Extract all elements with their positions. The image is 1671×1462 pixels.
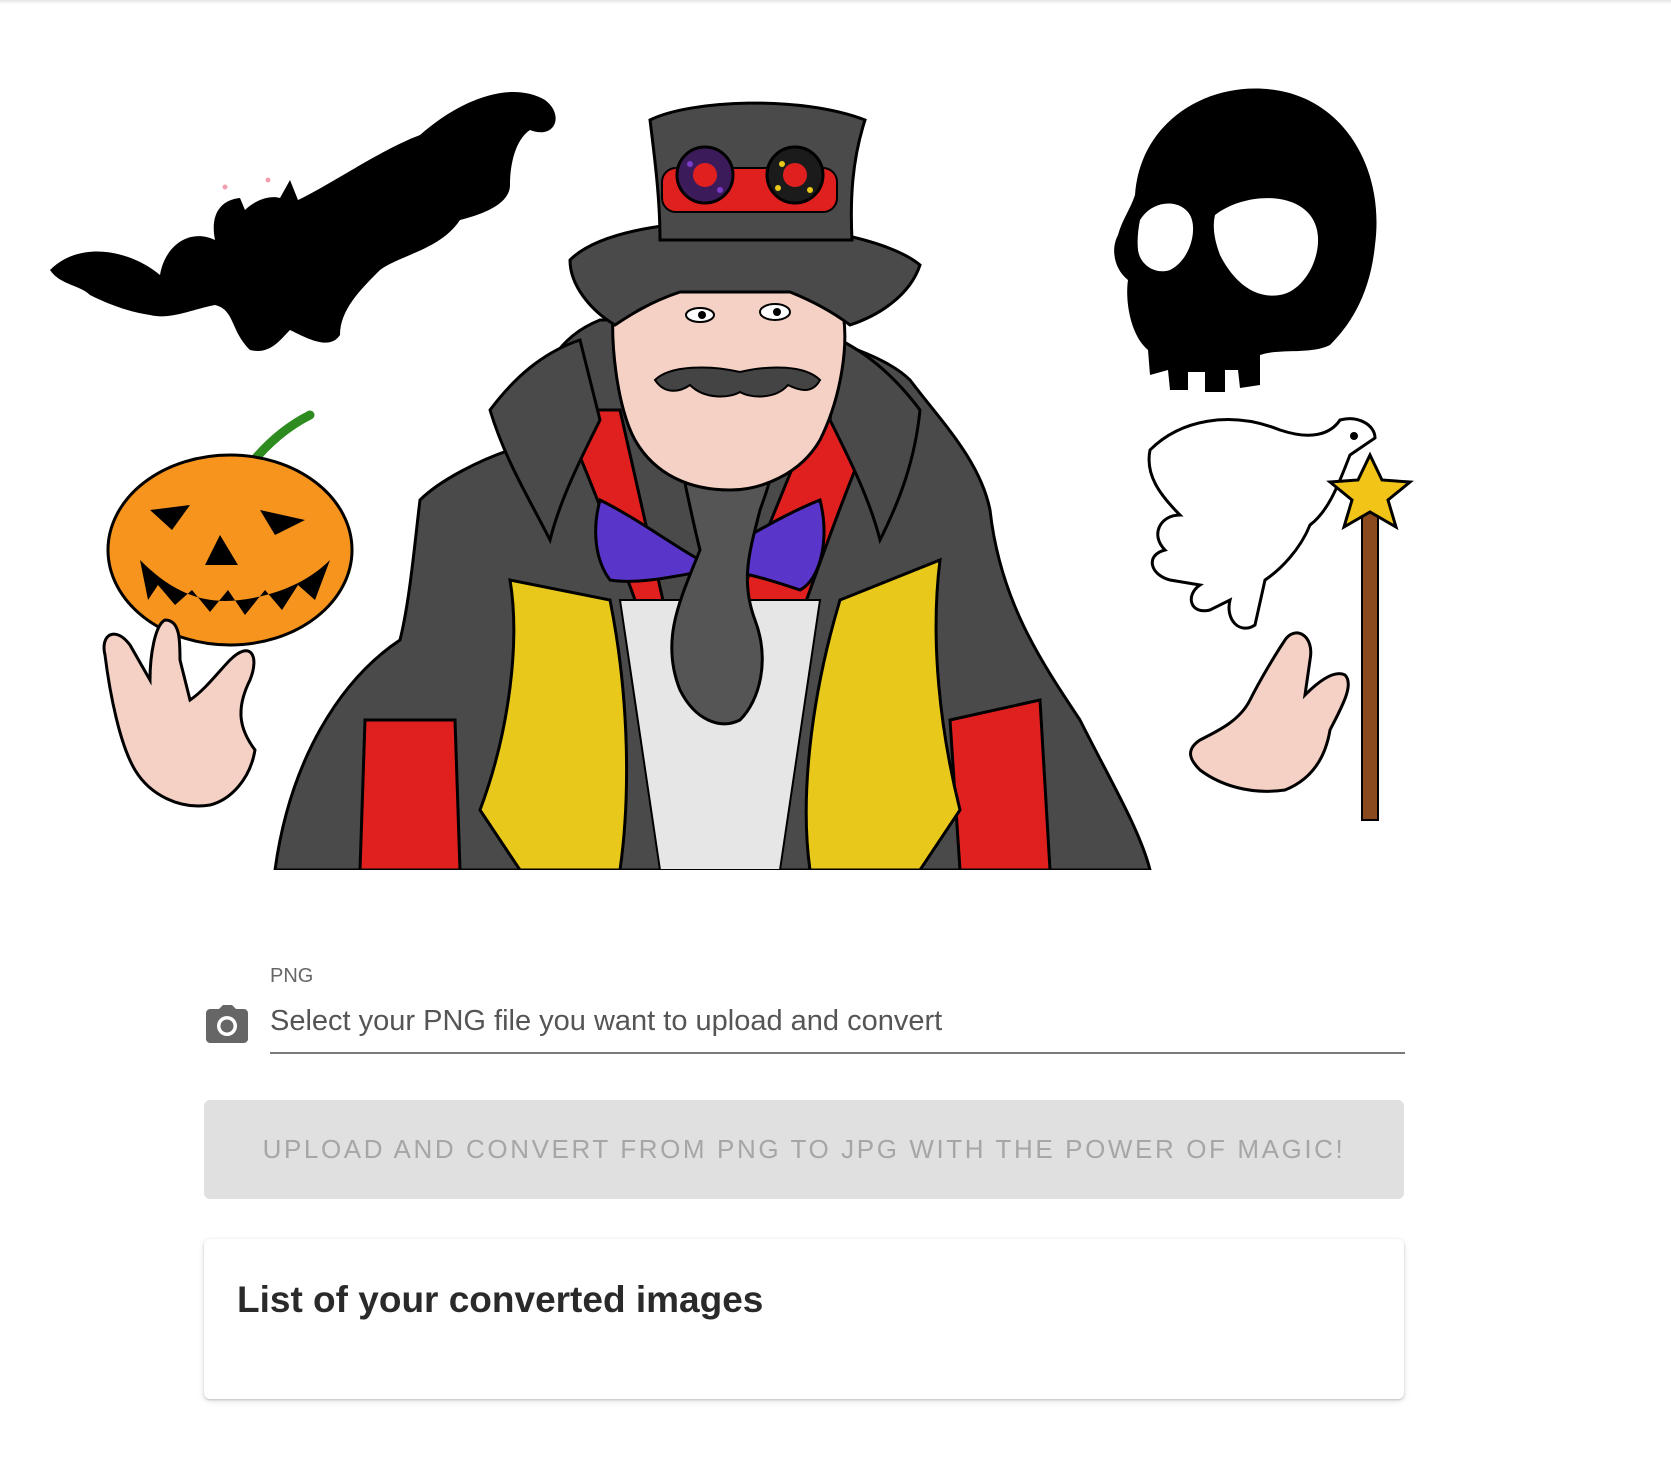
- file-field-label: PNG: [270, 965, 314, 987]
- bat-illustration: [50, 92, 556, 351]
- converted-images-title: List of your converted images: [237, 1279, 764, 1320]
- camera-icon[interactable]: [206, 1005, 248, 1043]
- magic-wand-illustration: [1326, 451, 1414, 821]
- top-edge: [0, 0, 1671, 4]
- png-file-field[interactable]: PNG Select your PNG file you want to upl…: [203, 965, 1405, 1055]
- file-input-underline: [270, 1052, 1405, 1054]
- dove-illustration: [1147, 417, 1377, 630]
- pumpkin-illustration: [106, 410, 354, 647]
- upload-convert-button[interactable]: UPLOAD AND CONVERT FROM PNG TO JPG WITH …: [204, 1100, 1404, 1199]
- converted-images-card: List of your converted images: [204, 1239, 1404, 1399]
- hero-illustration: [40, 80, 1500, 870]
- skull-illustration: [1114, 88, 1377, 392]
- png-file-input[interactable]: Select your PNG file you want to upload …: [270, 1001, 1405, 1041]
